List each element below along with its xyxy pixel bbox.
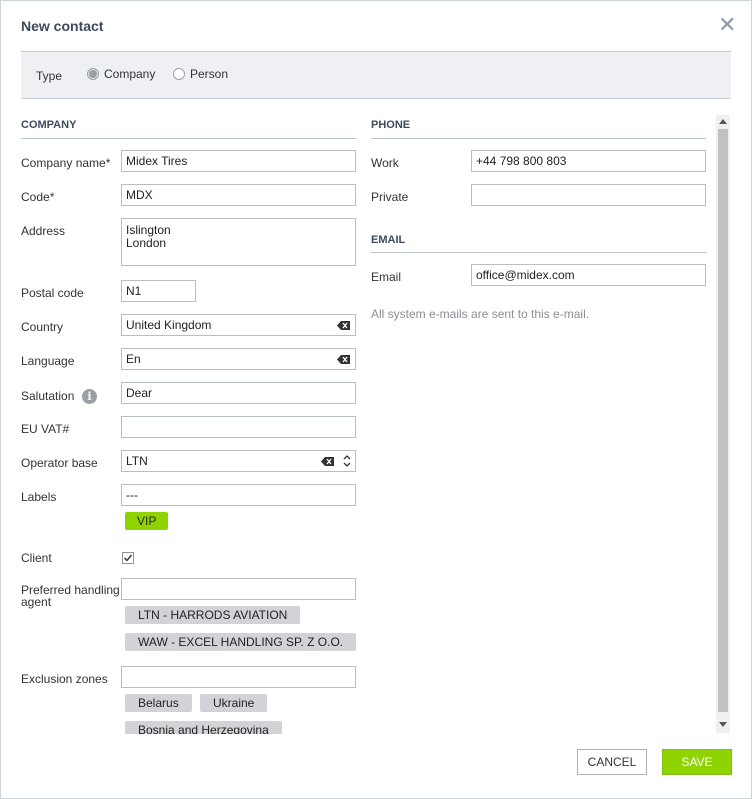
country-label: Country [21, 320, 64, 334]
operator-base-select[interactable]: LTN [121, 450, 356, 472]
operator-base-value: LTN [126, 454, 148, 468]
form-scroll-area: COMPANY Company name* Midex Tires Code* … [1, 1, 751, 734]
language-select[interactable]: En [121, 348, 356, 370]
phone-heading: PHONE [371, 119, 411, 131]
language-label: Language [21, 354, 75, 368]
client-checkbox[interactable] [122, 552, 134, 564]
company-divider [21, 138, 356, 139]
language-value: En [126, 352, 141, 366]
scroll-down-icon[interactable] [719, 722, 727, 727]
private-phone-label: Private [371, 190, 409, 204]
postal-code-label: Postal code [21, 286, 84, 300]
label-tag-vip[interactable]: VIP [125, 512, 169, 530]
preferred-handling-agent-label: Preferred handling agent [21, 583, 120, 609]
email-label: Email [371, 270, 402, 284]
country-value: United Kingdom [126, 318, 212, 332]
private-phone-input[interactable] [471, 184, 706, 206]
exclusion-zone-tag[interactable]: Bosnia and Herzegovina [125, 721, 282, 734]
cancel-button[interactable]: CANCEL [577, 749, 647, 775]
company-name-input[interactable]: Midex Tires [121, 150, 356, 172]
handling-agent-tag[interactable]: LTN - HARRODS AVIATION [125, 606, 301, 624]
handling-agent-tag[interactable]: WAW - EXCEL HANDLING SP. Z O.O. [125, 633, 357, 651]
scroll-up-icon[interactable] [719, 119, 727, 124]
info-icon[interactable]: i [82, 389, 97, 404]
clear-icon[interactable] [337, 321, 350, 330]
code-label: Code* [21, 190, 55, 204]
postal-code-input[interactable]: N1 [121, 280, 196, 302]
preferred-handling-agent-input[interactable] [121, 578, 356, 600]
email-heading: EMAIL [371, 234, 406, 246]
exclusion-zones-input[interactable] [121, 666, 356, 688]
address-textarea[interactable]: Islington London [121, 218, 356, 266]
labels-label: Labels [21, 490, 57, 504]
salutation-label: Salutation [21, 389, 75, 403]
operator-base-label: Operator base [21, 456, 98, 470]
scrollbar[interactable] [716, 115, 730, 733]
save-button[interactable]: SAVE [662, 749, 732, 775]
country-select[interactable]: United Kingdom [121, 314, 356, 336]
clear-icon[interactable] [321, 457, 334, 466]
spinner-arrows-icon[interactable] [343, 454, 351, 468]
phone-divider [371, 138, 706, 139]
eu-vat-input[interactable] [121, 416, 356, 438]
work-phone-label: Work [371, 156, 399, 170]
clear-icon[interactable] [337, 355, 350, 364]
eu-vat-label: EU VAT# [21, 422, 70, 436]
code-input[interactable]: MDX [121, 184, 356, 206]
email-divider [371, 252, 706, 253]
exclusion-zones-label: Exclusion zones [21, 672, 108, 686]
email-hint: All system e-mails are sent to this e-ma… [371, 307, 590, 321]
exclusion-zone-tag[interactable]: Belarus [125, 694, 192, 712]
salutation-input[interactable]: Dear [121, 382, 356, 404]
client-label: Client [21, 551, 52, 565]
checkmark-icon [124, 554, 133, 562]
labels-input[interactable]: --- [121, 484, 356, 506]
work-phone-input[interactable]: +44 798 800 803 [471, 150, 706, 172]
company-heading: COMPANY [21, 119, 77, 131]
new-contact-dialog: New contact ✕ Type Company Person COMPAN… [0, 0, 752, 799]
scrollbar-thumb[interactable] [718, 129, 728, 712]
company-name-label: Company name* [21, 156, 111, 170]
exclusion-zone-tag[interactable]: Ukraine [200, 694, 268, 712]
address-label: Address [21, 224, 66, 238]
email-input[interactable]: office@midex.com [471, 264, 706, 286]
